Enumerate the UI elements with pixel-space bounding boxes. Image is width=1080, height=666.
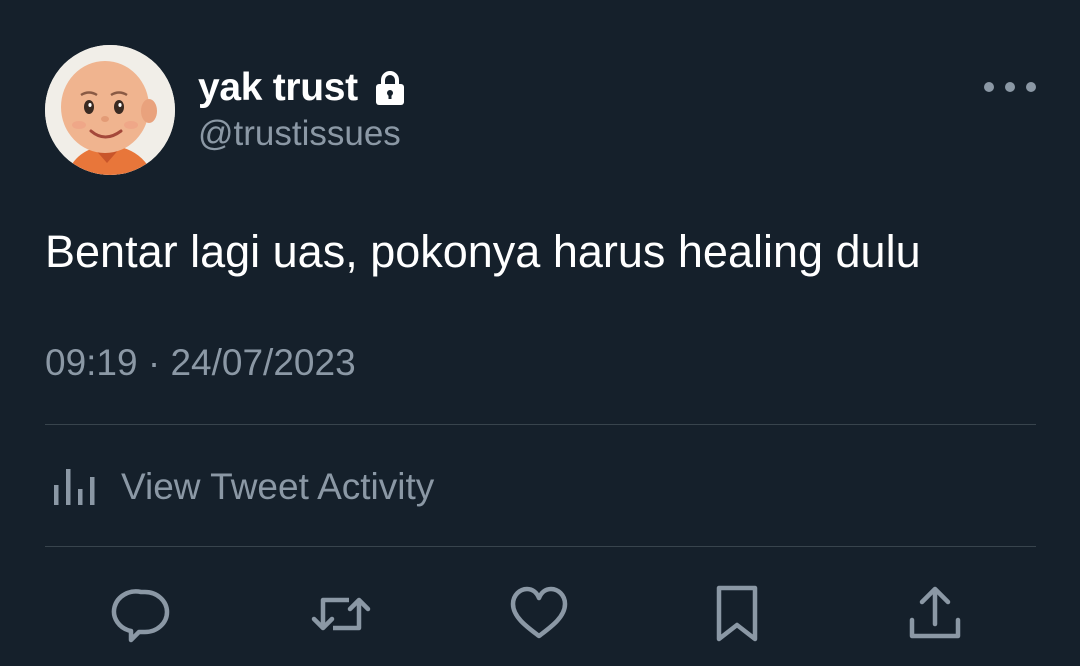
- more-icon: [984, 82, 1036, 92]
- reply-button[interactable]: [111, 582, 175, 646]
- view-tweet-activity-label: View Tweet Activity: [121, 466, 435, 507]
- avatar[interactable]: [45, 45, 175, 175]
- tweet-detail: yak trust @trustissues Bentar lagi uas, …: [0, 0, 1080, 666]
- tweet-text: Bentar lagi uas, pokonya harus healing d…: [45, 226, 921, 277]
- more-options-button[interactable]: [980, 72, 1040, 102]
- retweet-button[interactable]: [309, 582, 373, 646]
- tweet-timestamp[interactable]: 09:19 · 24/07/2023: [45, 342, 356, 384]
- divider: [45, 424, 1036, 425]
- heart-icon: [510, 586, 568, 639]
- user-handle[interactable]: @trustissues: [198, 114, 401, 154]
- bar-chart-icon: [45, 465, 101, 509]
- retweet-icon: [311, 597, 371, 631]
- user-name-row: yak trust: [198, 64, 406, 112]
- bookmark-icon: [716, 585, 758, 642]
- display-name[interactable]: yak trust: [198, 66, 358, 110]
- like-button[interactable]: [507, 582, 571, 646]
- view-tweet-activity-button[interactable]: View Tweet Activity: [45, 452, 434, 522]
- reply-icon: [111, 589, 170, 643]
- divider: [45, 546, 1036, 547]
- lock-icon: [374, 70, 406, 106]
- share-icon: [909, 586, 961, 639]
- share-button[interactable]: [903, 582, 967, 646]
- bookmark-button[interactable]: [705, 582, 769, 646]
